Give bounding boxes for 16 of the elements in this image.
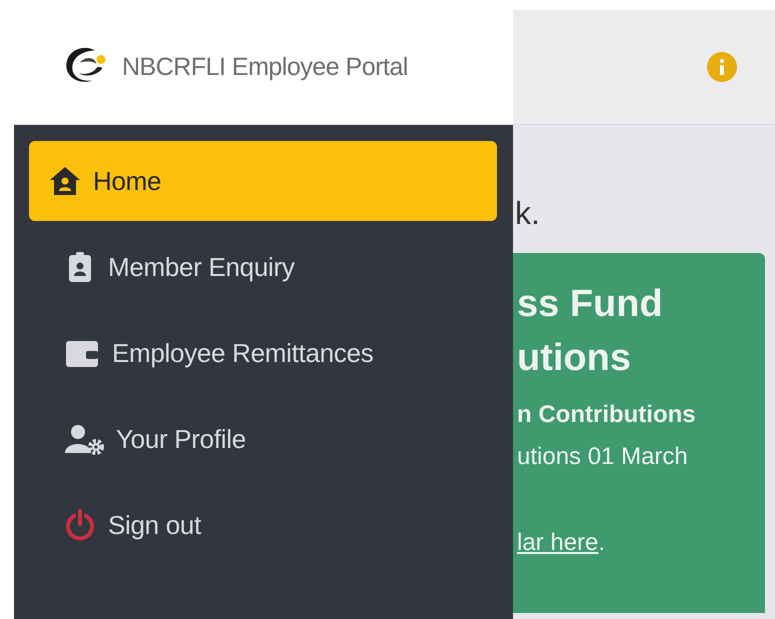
info-icon[interactable] <box>707 52 737 82</box>
menu-item[interactable]: Sign out <box>29 485 497 565</box>
power-icon <box>64 509 96 541</box>
greeting-text: k. <box>514 194 541 231</box>
menu-item[interactable]: Employee Remittances <box>29 313 497 393</box>
user-gear-icon <box>64 423 104 455</box>
menu-item[interactable]: Member Enquiry <box>29 227 497 307</box>
house-icon <box>49 166 81 196</box>
menu-item[interactable]: Your Profile <box>29 399 497 479</box>
punctuation-text: . <box>598 529 606 556</box>
card-subtitle: n Contributions <box>517 401 697 429</box>
card-title: utions <box>517 336 632 381</box>
card-title: ss Fund <box>517 282 664 327</box>
card-text: utions 01 March <box>517 443 689 471</box>
portal-title: NBCRFLI Employee Portal <box>122 52 408 82</box>
menu-item[interactable]: Home <box>29 141 497 221</box>
